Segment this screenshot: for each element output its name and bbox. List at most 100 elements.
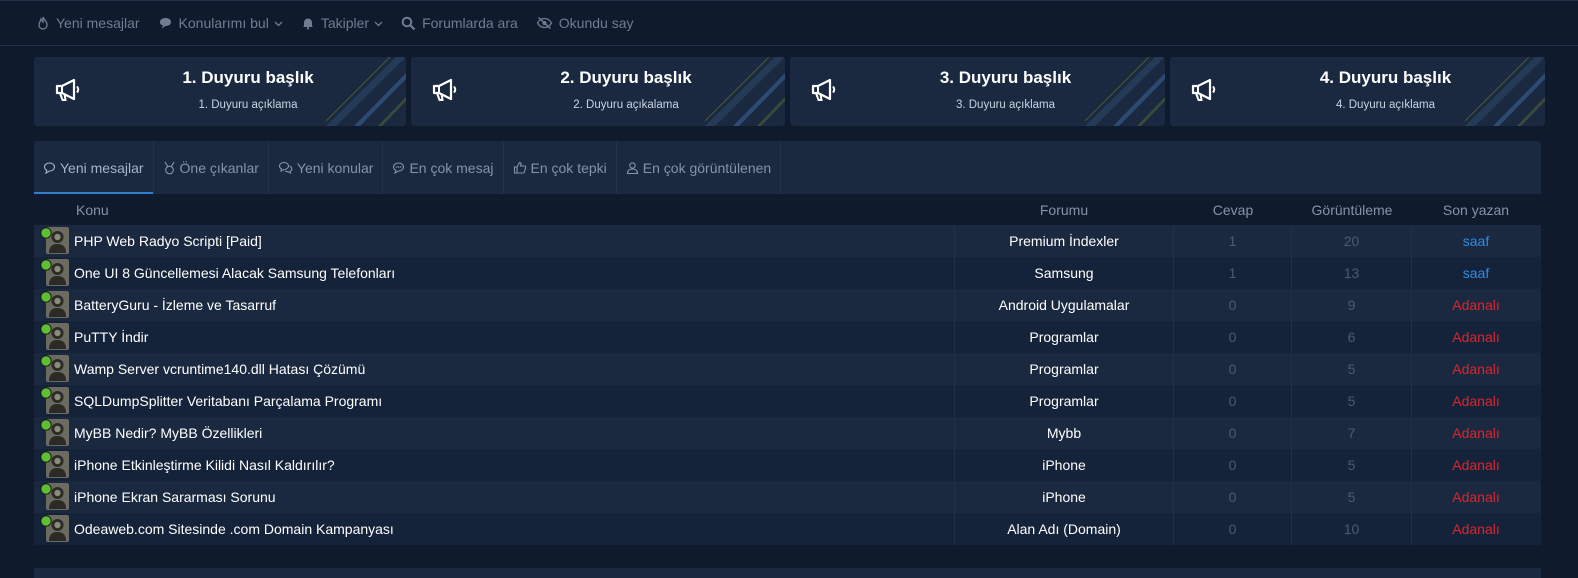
tab-label: En çok tepki: [530, 159, 607, 176]
forum-link[interactable]: Premium İndexler: [954, 225, 1174, 257]
thread-title-link[interactable]: MyBB Nedir? MyBB Özellikleri: [74, 425, 262, 441]
table-row: iPhone Ekran Sararması Sorunu iPhone 0 5 Ada…: [34, 481, 1541, 513]
reply-count: 0: [1174, 449, 1292, 481]
thread-title-link[interactable]: One UI 8 Güncellemesi Alacak Samsung Tel…: [74, 265, 395, 281]
announcement-card-3[interactable]: 3. Duyuru başlık 3. Duyuru açıklama: [790, 57, 1165, 126]
topic-cell: MyBB Nedir? MyBB Özellikleri: [34, 417, 954, 449]
announcement-card-1[interactable]: 1. Duyuru başlık 1. Duyuru açıklama: [34, 57, 406, 126]
topic-cell: Odeaweb.com Sitesinde .com Domain Kampan…: [34, 513, 954, 545]
avatar[interactable]: [38, 482, 70, 512]
decorative-stripes: [1465, 57, 1545, 126]
medal-icon: [164, 161, 175, 174]
reply-count: 0: [1174, 481, 1292, 513]
table-row: MyBB Nedir? MyBB Özellikleri Mybb 0 7 Adanal…: [34, 417, 1541, 449]
last-poster-link[interactable]: Adanalı: [1412, 385, 1540, 417]
avatar[interactable]: [38, 354, 70, 384]
speech-bubble-icon: [159, 18, 171, 29]
avatar[interactable]: [38, 514, 70, 544]
view-count: 10: [1292, 513, 1412, 545]
chevron-down-icon: [274, 21, 283, 26]
forum-link[interactable]: Programlar: [954, 385, 1174, 417]
thread-title-link[interactable]: iPhone Etkinleştirme Kilidi Nasıl Kaldır…: [74, 457, 335, 473]
last-poster-link[interactable]: Adanalı: [1412, 417, 1540, 449]
avatar[interactable]: [38, 418, 70, 448]
tab-most-messages[interactable]: En çok mesaj: [383, 141, 504, 194]
forum-link[interactable]: Alan Adı (Domain): [954, 513, 1174, 545]
forum-link[interactable]: Samsung: [954, 257, 1174, 289]
last-poster-link[interactable]: saaf: [1412, 225, 1540, 257]
nav-label: Forumlarda ara: [422, 15, 518, 31]
thread-title-link[interactable]: BatteryGuru - İzleme ve Tasarruf: [74, 297, 276, 313]
nav-mark-read[interactable]: Okundu say: [536, 15, 634, 31]
forum-link[interactable]: Android Uygulamalar: [954, 289, 1174, 321]
avatar[interactable]: [38, 226, 70, 256]
table-header: Konu Forumu Cevap Görüntüleme Son yazan: [34, 194, 1541, 225]
tab-label: Öne çıkanlar: [179, 159, 259, 176]
threads-table: Konu Forumu Cevap Görüntüleme Son yazan …: [34, 194, 1541, 545]
user-avatar-icon: [40, 259, 69, 286]
top-navigation: Yeni mesajlar Konularımı bul Takipler Fo…: [0, 0, 1578, 46]
topic-cell: iPhone Ekran Sararması Sorunu: [34, 481, 954, 513]
view-count: 5: [1292, 449, 1412, 481]
last-poster-link[interactable]: Adanalı: [1412, 289, 1540, 321]
fire-icon: [38, 16, 48, 30]
topic-cell: PuTTY İndir: [34, 321, 954, 353]
user-avatar-icon: [40, 419, 69, 446]
forum-link[interactable]: Mybb: [954, 417, 1174, 449]
topic-cell: PHP Web Radyo Scripti [Paid]: [34, 225, 954, 257]
thread-title-link[interactable]: PHP Web Radyo Scripti [Paid]: [74, 233, 262, 249]
nav-label: Yeni mesajlar: [56, 15, 140, 31]
nav-new-messages[interactable]: Yeni mesajlar: [36, 15, 140, 31]
next-panel-edge: [34, 568, 1541, 578]
forum-link[interactable]: Programlar: [954, 321, 1174, 353]
last-poster-link[interactable]: saaf: [1412, 257, 1540, 289]
decorative-stripes: [1085, 57, 1165, 126]
last-poster-link[interactable]: Adanalı: [1412, 321, 1540, 353]
last-poster-link[interactable]: Adanalı: [1412, 481, 1540, 513]
header-replies: Cevap: [1212, 201, 1254, 218]
header-forum: Forumu: [1039, 201, 1089, 218]
tab-new-threads[interactable]: Yeni konular: [269, 141, 384, 194]
forum-link[interactable]: iPhone: [954, 481, 1174, 513]
tab-most-reactions[interactable]: En çok tepki: [504, 141, 617, 194]
tab-most-viewed[interactable]: En çok görüntülenen: [617, 141, 782, 194]
avatar[interactable]: [38, 258, 70, 288]
reply-count: 0: [1174, 353, 1292, 385]
thread-title-link[interactable]: Odeaweb.com Sitesinde .com Domain Kampan…: [74, 521, 394, 537]
reply-count: 0: [1174, 417, 1292, 449]
thumbs-up-icon: [513, 161, 526, 174]
tab-featured[interactable]: Öne çıkanlar: [154, 141, 269, 194]
search-icon: [401, 16, 416, 30]
announcement-card-4[interactable]: 4. Duyuru başlık 4. Duyuru açıklama: [1170, 57, 1545, 126]
avatar[interactable]: [38, 322, 70, 352]
comments-icon: [278, 161, 293, 174]
view-count: 5: [1292, 353, 1412, 385]
thread-title-link[interactable]: SQLDumpSplitter Veritabanı Parçalama Pro…: [74, 393, 382, 409]
tab-label: Yeni konular: [296, 159, 374, 176]
table-row: iPhone Etkinleştirme Kilidi Nasıl Kaldır…: [34, 449, 1541, 481]
tab-new-messages[interactable]: Yeni mesajlar: [34, 141, 154, 194]
reply-count: 0: [1174, 513, 1292, 545]
header-last-poster: Son yazan: [1442, 201, 1510, 218]
nav-label: Okundu say: [558, 15, 634, 31]
avatar[interactable]: [38, 386, 70, 416]
forum-link[interactable]: Programlar: [954, 353, 1174, 385]
nav-search-forums[interactable]: Forumlarda ara: [401, 15, 518, 31]
announcement-row: 1. Duyuru başlık 1. Duyuru açıklama 2. D…: [34, 57, 1550, 126]
user-avatar-icon: [40, 291, 69, 318]
last-poster-link[interactable]: Adanalı: [1412, 513, 1540, 545]
last-poster-link[interactable]: Adanalı: [1412, 353, 1540, 385]
last-poster-link[interactable]: Adanalı: [1412, 449, 1540, 481]
nav-find-my-threads[interactable]: Konularımı bul: [158, 15, 283, 31]
announcement-card-2[interactable]: 2. Duyuru başlık 2. Duyuru açıkalama: [411, 57, 785, 126]
table-row: One UI 8 Güncellemesi Alacak Samsung Tel…: [34, 257, 1541, 289]
nav-watched[interactable]: Takipler: [301, 15, 383, 31]
avatar[interactable]: [38, 450, 70, 480]
thread-title-link[interactable]: PuTTY İndir: [74, 329, 148, 345]
avatar[interactable]: [38, 290, 70, 320]
forum-link[interactable]: iPhone: [954, 449, 1174, 481]
thread-title-link[interactable]: Wamp Server vcruntime140.dll Hatası Çözü…: [74, 361, 365, 377]
table-row: PHP Web Radyo Scripti [Paid] Premium İnde…: [34, 225, 1541, 257]
thread-title-link[interactable]: iPhone Ekran Sararması Sorunu: [74, 489, 276, 505]
table-row: BatteryGuru - İzleme ve Tasarruf Android …: [34, 289, 1541, 321]
